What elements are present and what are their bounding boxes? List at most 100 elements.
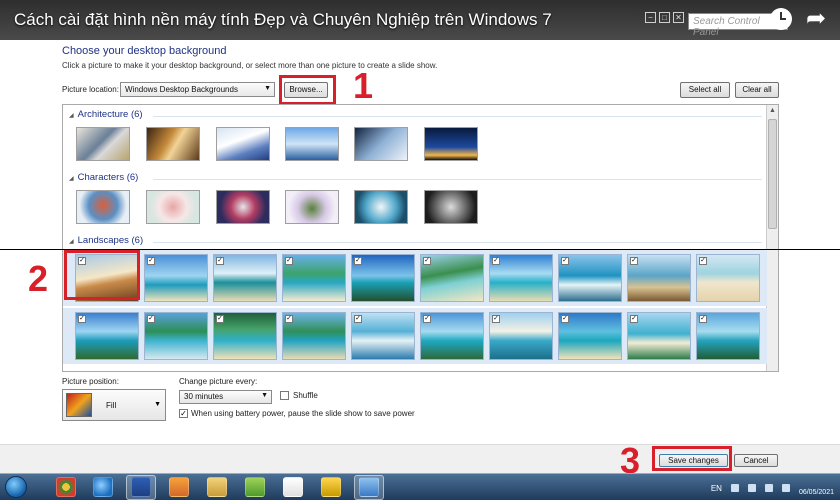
- internet-explorer-icon[interactable]: [93, 477, 113, 497]
- clock-time-area: [799, 479, 834, 488]
- checkbox-checked[interactable]: ✓: [147, 257, 155, 265]
- checkbox-checked[interactable]: ✓: [699, 257, 707, 265]
- landscape-row: ✓ ✓ ✓ ✓ ✓ ✓ ✓ ✓ ✓ ✓: [63, 308, 767, 364]
- wallpaper-thumbnail[interactable]: [285, 190, 339, 224]
- scroll-thumb[interactable]: [768, 119, 777, 229]
- media-player-icon[interactable]: [169, 477, 189, 497]
- change-interval-select[interactable]: 30 minutes ▼: [179, 390, 272, 404]
- wallpaper-thumbnail[interactable]: ✓: [558, 254, 622, 302]
- control-panel-icon[interactable]: [359, 477, 379, 497]
- network-icon[interactable]: [747, 484, 756, 492]
- clock-icon[interactable]: [770, 8, 792, 30]
- wallpaper-thumbnail[interactable]: ✓: [627, 312, 691, 360]
- wallpaper-thumbnail[interactable]: [76, 127, 130, 161]
- wallpaper-thumbnail[interactable]: [216, 127, 270, 161]
- system-tray: EN 06/05/2021: [711, 477, 834, 499]
- picture-location-select[interactable]: Windows Desktop Backgrounds ▼: [120, 82, 275, 97]
- maximize-button[interactable]: □: [659, 12, 670, 23]
- picture-position-value: Fill: [106, 401, 117, 410]
- wallpaper-thumbnail[interactable]: [76, 190, 130, 224]
- volume-icon[interactable]: [764, 484, 773, 492]
- cancel-button[interactable]: Cancel: [734, 454, 778, 467]
- wallpaper-thumbnail[interactable]: ✓: [144, 254, 208, 302]
- checkbox-checked[interactable]: ✓: [630, 315, 638, 323]
- checkbox-checked[interactable]: ✓: [354, 257, 362, 265]
- wallpaper-thumbnail[interactable]: ✓: [144, 312, 208, 360]
- checkbox-checked[interactable]: ✓: [423, 257, 431, 265]
- wallpaper-thumbnail[interactable]: [354, 127, 408, 161]
- video-title: Cách cài đặt hình nền máy tính Đẹp và Ch…: [14, 10, 552, 29]
- taskbar-clock[interactable]: 06/05/2021: [799, 479, 834, 497]
- checkbox-checked[interactable]: ✓: [492, 257, 500, 265]
- wallpaper-thumbnail[interactable]: ✓: [213, 312, 277, 360]
- wallpaper-thumbnail[interactable]: [285, 127, 339, 161]
- wallpaper-thumbnail[interactable]: ✓: [558, 312, 622, 360]
- checkbox-checked[interactable]: ✓: [561, 257, 569, 265]
- wallpaper-thumbnail[interactable]: ✓: [351, 254, 415, 302]
- picture-gallery[interactable]: ▲ ◢ Architecture (6) ◢ Characters (6) ◢ Lan…: [62, 104, 779, 372]
- wallpaper-thumbnail[interactable]: ✓: [282, 312, 346, 360]
- checkbox-checked[interactable]: ✓: [216, 315, 224, 323]
- checkbox-checked[interactable]: ✓: [285, 257, 293, 265]
- checkbox-checked[interactable]: ✓: [699, 315, 707, 323]
- checkbox-checked[interactable]: ✓: [147, 315, 155, 323]
- wallpaper-thumbnail[interactable]: ✓: [420, 312, 484, 360]
- headphones-icon[interactable]: [321, 477, 341, 497]
- wallpaper-thumbnail[interactable]: ✓: [489, 312, 553, 360]
- wallpaper-thumbnail[interactable]: ✓: [420, 254, 484, 302]
- wallpaper-thumbnail[interactable]: [424, 127, 478, 161]
- scroll-up-icon[interactable]: ▲: [769, 107, 776, 114]
- group-header-architecture[interactable]: ◢ Architecture (6): [69, 109, 143, 120]
- wallpaper-thumbnail[interactable]: ✓: [627, 254, 691, 302]
- group-header-characters[interactable]: ◢ Characters (6): [69, 172, 138, 183]
- wallpaper-thumbnail[interactable]: [216, 190, 270, 224]
- shuffle-checkbox[interactable]: [280, 391, 289, 400]
- wallpaper-thumbnail[interactable]: ✓: [213, 254, 277, 302]
- checkbox-checked[interactable]: ✓: [78, 315, 86, 323]
- clear-all-button[interactable]: Clear all: [735, 82, 779, 98]
- wallpaper-thumbnail[interactable]: [424, 190, 478, 224]
- picture-position-select[interactable]: Fill ▼: [62, 389, 166, 421]
- page-instructions: Click a picture to make it your desktop …: [62, 61, 438, 70]
- checkbox-checked[interactable]: ✓: [492, 315, 500, 323]
- window-controls: − □ ✕: [645, 12, 684, 23]
- share-arrow-icon[interactable]: ➦: [806, 6, 834, 32]
- group-divider: [153, 242, 762, 243]
- wallpaper-thumbnail[interactable]: [354, 190, 408, 224]
- gallery-scrollbar[interactable]: ▲: [766, 105, 778, 371]
- language-indicator[interactable]: EN: [711, 484, 722, 493]
- wallpaper-thumbnail[interactable]: [146, 190, 200, 224]
- checkbox-checked[interactable]: ✓: [630, 257, 638, 265]
- battery-pause-checkbox[interactable]: ✓: [179, 409, 188, 418]
- checkbox-checked[interactable]: ✓: [285, 315, 293, 323]
- checkbox-checked[interactable]: ✓: [561, 315, 569, 323]
- group-divider: [153, 179, 762, 180]
- taskbar-date: 06/05/2021: [798, 489, 834, 496]
- group-header-landscapes[interactable]: ◢ Landscapes (6): [69, 235, 143, 246]
- wallpaper-thumbnail[interactable]: ✓: [75, 312, 139, 360]
- highlight-box-browse: [279, 75, 336, 105]
- wallpaper-thumbnail[interactable]: ✓: [696, 254, 760, 302]
- word-icon[interactable]: [131, 477, 151, 497]
- app-icon[interactable]: [245, 477, 265, 497]
- wallpaper-thumbnail[interactable]: [146, 127, 200, 161]
- select-all-button[interactable]: Select all: [680, 82, 730, 98]
- picture-location-label: Picture location:: [62, 85, 119, 94]
- app-c-icon[interactable]: [283, 477, 303, 497]
- minimize-button[interactable]: −: [645, 12, 656, 23]
- flag-icon[interactable]: [781, 484, 790, 492]
- wallpaper-thumbnail[interactable]: ✓: [282, 254, 346, 302]
- checkbox-checked[interactable]: ✓: [354, 315, 362, 323]
- start-button[interactable]: [5, 476, 27, 498]
- dropdown-arrow-icon: ▼: [154, 401, 161, 408]
- wallpaper-thumbnail[interactable]: ✓: [696, 312, 760, 360]
- tray-icon[interactable]: [730, 484, 739, 492]
- close-button[interactable]: ✕: [673, 12, 684, 23]
- checkbox-checked[interactable]: ✓: [423, 315, 431, 323]
- wallpaper-thumbnail[interactable]: ✓: [489, 254, 553, 302]
- collapse-triangle-icon: ◢: [69, 113, 74, 119]
- folder-icon[interactable]: [207, 477, 227, 497]
- chrome-icon[interactable]: [56, 477, 76, 497]
- checkbox-checked[interactable]: ✓: [216, 257, 224, 265]
- wallpaper-thumbnail[interactable]: ✓: [351, 312, 415, 360]
